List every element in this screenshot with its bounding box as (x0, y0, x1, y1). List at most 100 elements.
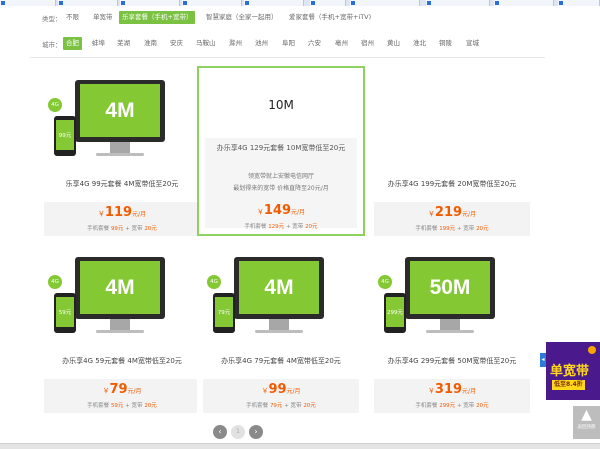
city-option[interactable]: 阜阳 (279, 37, 298, 50)
product-card[interactable]: 4M 99元 4G 乐享4G 99元套餐 4M宽带低至20元 ￥119元/月 手… (38, 66, 206, 236)
badge-4g-icon: 4G (207, 275, 221, 289)
product-card[interactable]: 4M 59元 4G 办乐享4G 59元套餐 4M宽带低至20元 ￥79元/月 手… (38, 243, 206, 413)
phone-icon: 59元 (54, 293, 76, 333)
broadband-fee: 20元 (144, 226, 157, 232)
price-value: 119 (104, 205, 133, 220)
city-option[interactable]: 铜陵 (436, 37, 455, 50)
tab-favicon-icon (495, 1, 499, 5)
browser-tab[interactable] (58, 0, 118, 6)
product-title[interactable]: 乐享4G 99元套餐 4M宽带低至20元 (38, 179, 206, 189)
product-illustration: 4M 59元 4G (48, 257, 194, 357)
browser-tab[interactable] (350, 0, 420, 6)
monitor-stand (426, 330, 474, 333)
city-option[interactable]: 六安 (305, 37, 324, 50)
city-option[interactable]: 马鞍山 (193, 37, 219, 50)
monitor-stand (96, 153, 144, 156)
promo-banner[interactable]: 单宽带 低至8.4折 (546, 342, 600, 400)
city-filter-label: 城市： (42, 41, 62, 49)
city-option[interactable]: 芜湖 (114, 37, 133, 50)
product-card[interactable]: 办乐享4G 199元套餐 20M宽带低至20元 ￥219元/月 手机套餐 199… (368, 66, 536, 236)
browser-tab[interactable] (120, 0, 180, 6)
browser-tab[interactable] (182, 0, 242, 6)
tab-favicon-icon (559, 1, 563, 5)
speed-label: 4M (239, 261, 319, 314)
product-card[interactable]: 4M 79元 4G 办乐享4G 79元套餐 4M宽带低至20元 ￥99元/月 手… (197, 243, 365, 413)
speed-label: 50M (410, 261, 490, 314)
city-option[interactable]: 淮北 (410, 37, 429, 50)
broadband-label: 宽带 (463, 226, 475, 232)
city-option[interactable]: 黄山 (384, 37, 403, 50)
tab-favicon-icon (183, 1, 187, 5)
product-title[interactable]: 办乐享4G 199元套餐 20M宽带低至20元 (368, 179, 536, 189)
browser-tab[interactable] (0, 0, 56, 6)
product-card[interactable]: 50M 299元 4G 办乐享4G 299元套餐 50M宽带低至20元 ￥319… (368, 243, 536, 413)
detail-prefix: 手机套餐 (244, 224, 267, 230)
price: ￥99元/月 (203, 382, 359, 397)
city-option-active[interactable]: 合肥 (63, 37, 82, 50)
price-unit: 元/月 (286, 388, 301, 395)
telecom-logo-icon (588, 346, 596, 354)
browser-tab[interactable] (558, 0, 600, 6)
broadband-label: 宽带 (131, 403, 143, 409)
price-detail: 手机套餐 99元 + 宽带 20元 (44, 224, 200, 232)
phone-fee: 59元 (110, 403, 124, 409)
product-card-highlighted[interactable]: 10M 办乐享4G 129元套餐 10M宽带低至20元 领宽带就上安徽电信网厅 … (197, 66, 365, 236)
city-option[interactable]: 安庆 (167, 37, 186, 50)
price-unit: 元/月 (462, 388, 477, 395)
product-title[interactable]: 办乐享4G 299元套餐 50M宽带低至20元 (368, 356, 536, 366)
price-unit: 元/月 (127, 388, 142, 395)
browser-tab[interactable] (310, 0, 346, 6)
currency-symbol: ￥ (427, 210, 435, 218)
price-box: ￥149元/月 手机套餐 129元 + 宽带 20元 (205, 200, 357, 234)
monitor-stand (255, 330, 303, 333)
tab-favicon-icon (351, 1, 355, 5)
detail-prefix: 手机套餐 (415, 226, 438, 232)
pager-prev-button[interactable]: ‹ (213, 425, 227, 439)
type-filter-row: 类型： 不限 单宽带 乐享套餐（手机+宽带） 智慧家庭（全家一起用） 爱家套餐（… (0, 10, 600, 28)
city-option[interactable]: 亳州 (332, 37, 351, 50)
city-option[interactable]: 蚌埠 (89, 37, 108, 50)
type-option[interactable]: 智慧家庭（全家一起用） (203, 11, 281, 24)
type-option-active[interactable]: 乐享套餐（手机+宽带） (119, 11, 196, 24)
browser-tab[interactable] (426, 0, 490, 6)
city-option[interactable]: 淮南 (141, 37, 160, 50)
broadband-fee: 20元 (305, 224, 318, 230)
price-unit: 元/月 (132, 211, 147, 218)
pager-next-button[interactable]: › (249, 425, 263, 439)
city-option[interactable]: 池州 (252, 37, 271, 50)
browser-tab[interactable] (244, 0, 304, 6)
broadband-label: 宽带 (131, 226, 143, 232)
city-option[interactable]: 宿州 (358, 37, 377, 50)
type-option[interactable]: 单宽带 (90, 11, 116, 24)
product-title[interactable]: 办乐享4G 59元套餐 4M宽带低至20元 (38, 356, 206, 366)
product-title[interactable]: 办乐享4G 79元套餐 4M宽带低至20元 (197, 356, 365, 366)
pager-page-1[interactable]: 1 (231, 425, 245, 439)
price-unit: 元/月 (462, 211, 477, 218)
badge-4g-icon: 4G (48, 98, 62, 112)
detail-prefix: 手机套餐 (246, 403, 269, 409)
tab-favicon-icon (121, 1, 125, 5)
broadband-label: 宽带 (463, 403, 475, 409)
city-option[interactable]: 滁州 (226, 37, 245, 50)
browser-tab-strip (0, 0, 600, 6)
product-title[interactable]: 办乐享4G 129元套餐 10M宽带低至20元 (199, 143, 363, 153)
browser-status-bar (0, 443, 600, 449)
price-detail: 手机套餐 79元 + 宽带 20元 (203, 401, 359, 409)
browser-tab[interactable] (494, 0, 554, 6)
type-option[interactable]: 不限 (63, 11, 82, 24)
price-detail: 手机套餐 59元 + 宽带 20元 (44, 401, 200, 409)
plus-sign: + (125, 226, 130, 232)
price: ￥119元/月 (44, 205, 200, 220)
price-value: 319 (434, 382, 463, 397)
type-option[interactable]: 爱家套餐（手机+宽带+iTV) (286, 11, 374, 24)
price-box: ￥319元/月 手机套餐 299元 + 宽带 20元 (374, 379, 530, 413)
speed-label: 10M (268, 98, 294, 112)
price: ￥219元/月 (374, 205, 530, 220)
phone-icon: 299元 (384, 293, 406, 333)
product-description: 最划得来的宽带 价格直降至20元/月 (233, 185, 329, 192)
city-option[interactable]: 宣城 (463, 37, 482, 50)
phone-icon: 79元 (213, 293, 235, 333)
back-to-top-button[interactable]: ▲ 返回顶部 (573, 406, 600, 439)
price-value: 149 (263, 203, 292, 218)
broadband-label: 宽带 (292, 224, 304, 230)
